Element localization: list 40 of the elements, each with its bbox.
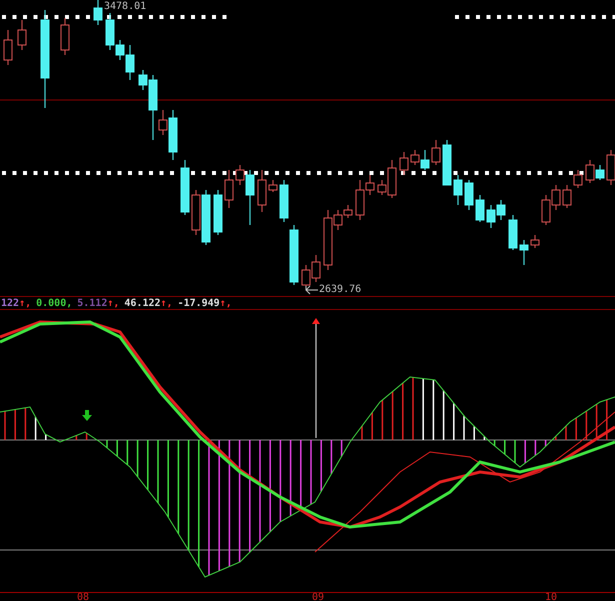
candlestick [192, 190, 200, 236]
candlestick [464, 180, 474, 210]
candlestick [454, 174, 462, 206]
candlestick [442, 140, 452, 186]
candlestick [552, 184, 560, 210]
axis-date-label: 10 [545, 593, 558, 601]
candlestick [486, 204, 496, 228]
candlestick [268, 180, 278, 192]
candlestick [496, 200, 506, 220]
candlestick [18, 20, 26, 50]
candlestick [94, 0, 102, 26]
candlestick [224, 170, 234, 208]
leader-line [306, 286, 318, 294]
candlestick [508, 214, 518, 250]
candlestick [520, 240, 528, 266]
candlestick [60, 18, 70, 56]
candlestick [542, 194, 550, 226]
candlestick [258, 170, 266, 212]
candlestick [312, 254, 320, 282]
candlestick [420, 150, 430, 170]
axis-date-label: 09 [312, 593, 324, 601]
candlestick [202, 190, 210, 246]
candlestick [280, 180, 288, 222]
candlestick [180, 160, 190, 216]
candlestick [290, 224, 298, 286]
axis-date-label: 08 [77, 593, 90, 601]
candlestick [432, 140, 440, 166]
candlestick [400, 152, 408, 176]
candlestick [530, 234, 540, 248]
candlestick [4, 30, 12, 66]
candlestick [302, 264, 310, 288]
high-price-label: 3478.01 [104, 1, 146, 13]
candlestick [410, 150, 420, 166]
down-arrow-icon [82, 410, 92, 421]
buy-signal-icon [312, 318, 320, 438]
candlestick [214, 190, 222, 236]
candlestick [574, 170, 582, 188]
candlestick [476, 194, 484, 222]
indicator-values: 122↑, 0.000, 5.112↑, 46.122↑, -17.949↑, [0, 298, 233, 308]
candlestick [562, 184, 572, 208]
